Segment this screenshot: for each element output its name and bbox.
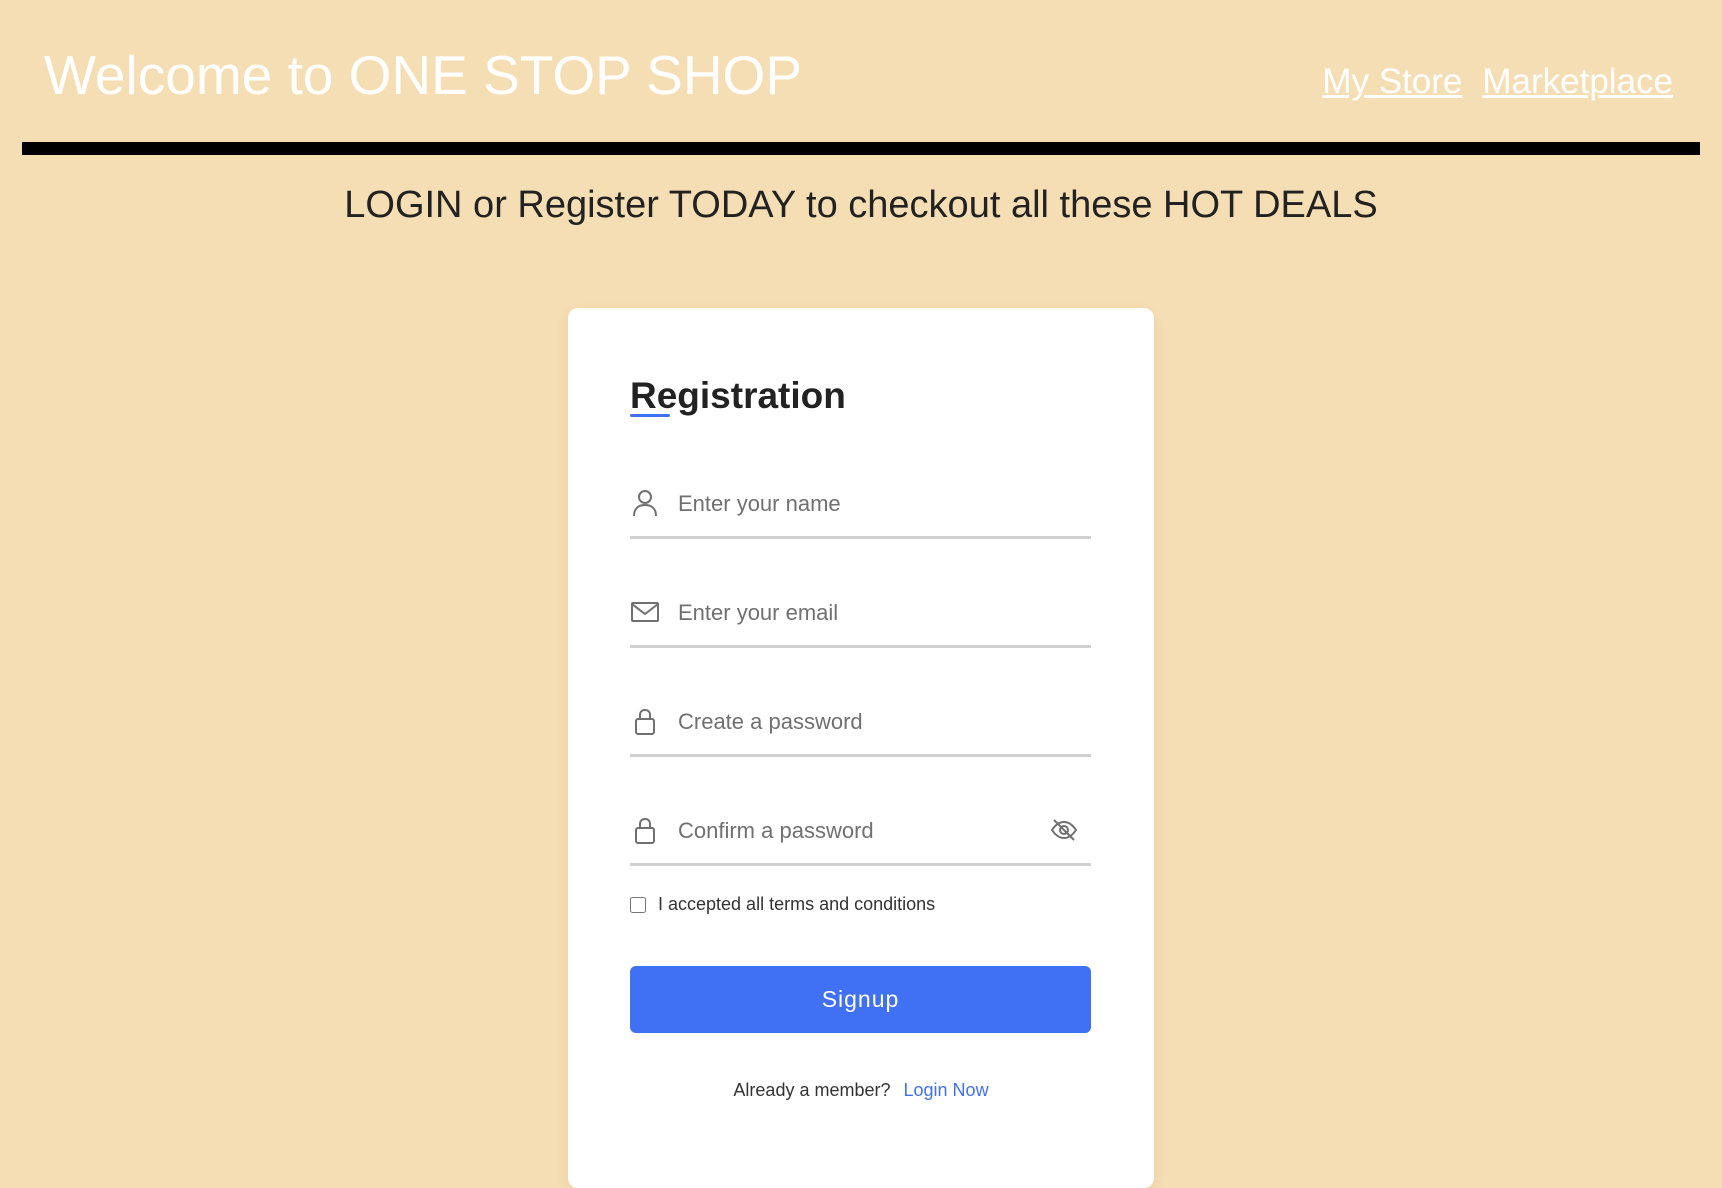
terms-checkbox[interactable] (630, 896, 646, 913)
email-field (630, 583, 1091, 648)
title-underline (630, 414, 670, 417)
user-icon (630, 488, 660, 518)
confirm-password-field (630, 801, 1091, 866)
header: Welcome to ONE STOP SHOP My Store Market… (0, 0, 1722, 160)
nav-link-marketplace[interactable]: Marketplace (1482, 60, 1673, 104)
email-input[interactable] (678, 593, 1038, 633)
registration-card: Registration Enter your name Enter your … (568, 308, 1154, 1188)
site-title: Welcome to ONE STOP SHOP (44, 44, 803, 106)
eye-slash-icon[interactable] (1049, 815, 1079, 845)
password-field (630, 692, 1091, 757)
password-input[interactable] (678, 702, 1038, 742)
confirm-password-input[interactable] (678, 811, 1038, 851)
header-divider (22, 142, 1700, 155)
envelope-icon (630, 597, 660, 627)
name-field (630, 474, 1091, 539)
lock-icon (630, 706, 660, 736)
form-title: Registration (630, 375, 846, 416)
nav-links: My Store Marketplace (1322, 60, 1673, 104)
signup-button[interactable]: Signup (630, 966, 1091, 1033)
login-prompt: Already a member? Login Now (568, 1080, 1154, 1101)
login-now-link[interactable]: Login Now (904, 1080, 989, 1100)
name-input[interactable] (678, 484, 1038, 524)
nav-link-my-store[interactable]: My Store (1322, 60, 1462, 104)
tagline: LOGIN or Register TODAY to checkout all … (344, 184, 1378, 226)
login-prompt-text: Already a member? (733, 1080, 891, 1100)
terms-label[interactable]: I accepted all terms and conditions (658, 894, 935, 915)
lock-icon (630, 815, 660, 845)
terms-row: I accepted all terms and conditions (630, 894, 935, 915)
